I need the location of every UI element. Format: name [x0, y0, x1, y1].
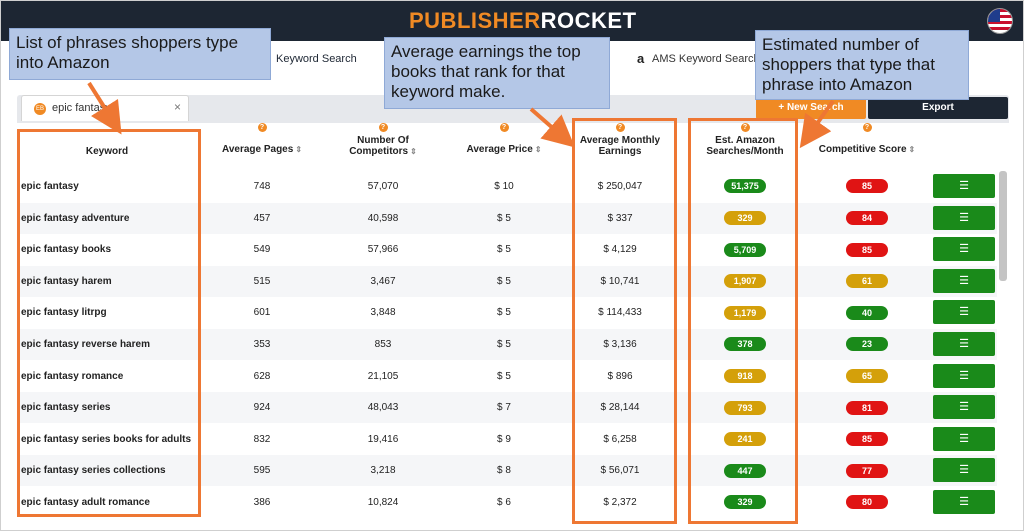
arrow-phrases: [87, 81, 122, 135]
app-window: PUBLISHERROCKET Keyword Search a AMS Key…: [0, 0, 1024, 531]
arrow-shoppers: [799, 99, 835, 149]
callout-arrows: [87, 81, 835, 149]
arrow-earnings: [529, 107, 576, 148]
